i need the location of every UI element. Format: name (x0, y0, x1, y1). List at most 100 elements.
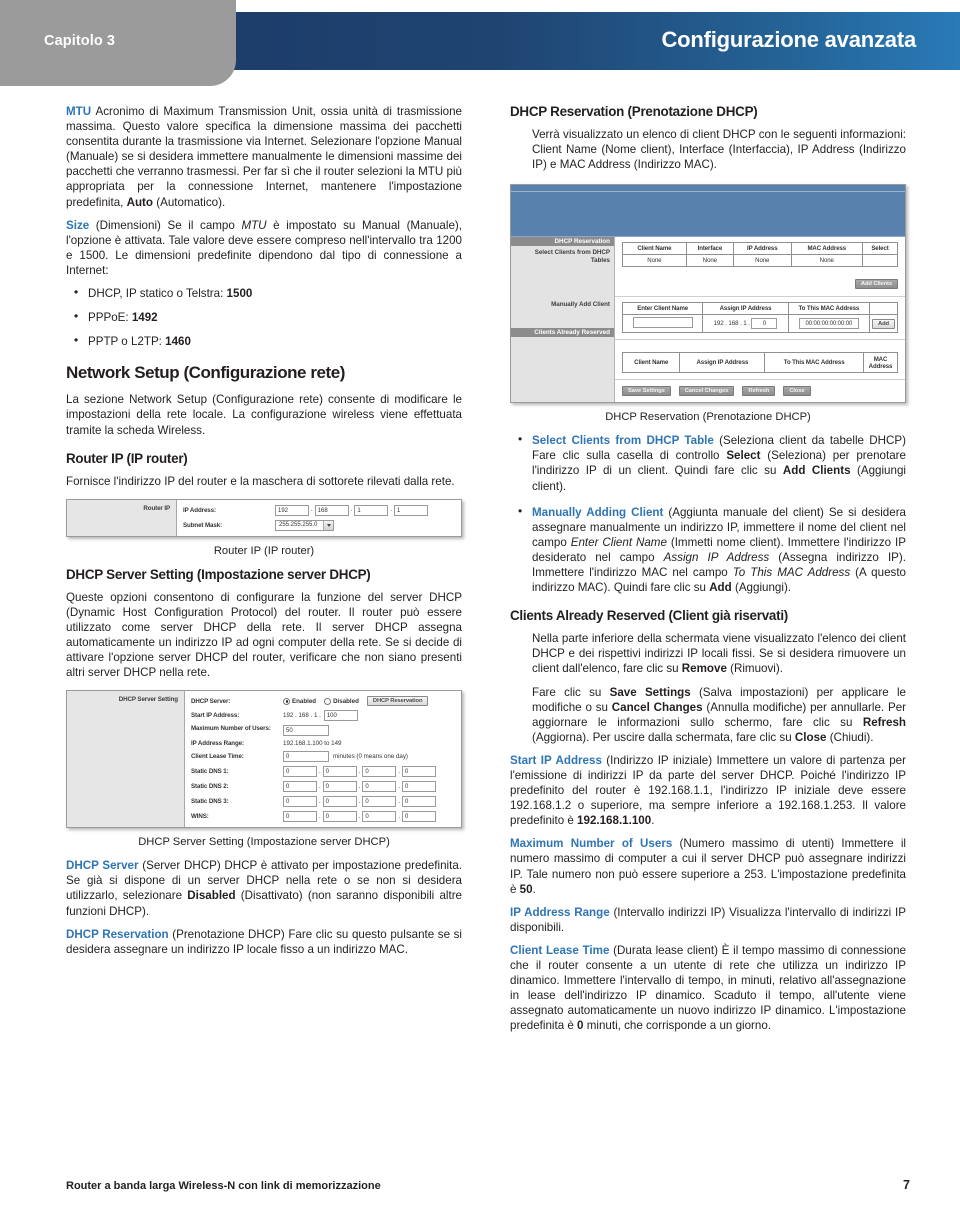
chapter-label: Capitolo 3 (44, 33, 116, 49)
col-enter-client-name: Enter Client Name (621, 302, 704, 316)
paragraph-start-ip-address: Start IP Address (Indirizzo IP iniziale)… (510, 753, 906, 828)
router-subnet-mask-row: Subnet Mask: 255.255.255.0 (183, 519, 455, 531)
add-clients-button[interactable]: Add Clients (854, 279, 898, 290)
header-title: Configurazione avanzata (661, 27, 916, 52)
select-clients-label: Select Clients from DHCP Tables (534, 249, 610, 265)
max-users-bold-default: 50 (519, 882, 533, 896)
table-row: 192 . 168 . 1 . 0 00:00:00:00:00:00 Add (621, 314, 898, 334)
chevron-down-icon (323, 520, 334, 530)
start-ip-value[interactable]: 100 (323, 710, 358, 722)
dns1-octet-3[interactable]: 0 (362, 766, 397, 778)
dns3-octet-1[interactable]: 0 (283, 796, 317, 808)
mtu-auto-bold: Auto (126, 195, 153, 209)
max-users-text-2: . (532, 882, 536, 896)
list-item: PPPoE: 1492 (66, 309, 462, 325)
dns2-octet-2[interactable]: 0 (322, 781, 357, 793)
ip-octet-3[interactable]: 1 (354, 504, 389, 516)
term-client-lease-time: Client Lease Time (510, 943, 610, 957)
paragraph-max-users: Maximum Number of Users (Numero massimo … (510, 836, 906, 896)
save-settings-button[interactable]: Save Settings (622, 386, 671, 397)
footer-page-number: 7 (903, 1178, 910, 1192)
cell-select-checkbox[interactable] (862, 254, 898, 268)
max-users-value[interactable]: 50 (283, 725, 329, 737)
wins-octet-2[interactable]: 0 (322, 811, 357, 823)
wins-octet-4[interactable]: 0 (402, 811, 437, 823)
caption-dhcp-reservation: DHCP Reservation (Prenotazione DHCP) (605, 411, 811, 424)
clients-reserved-pane: Client Name Assign IP Address To This MA… (615, 340, 905, 381)
dns1-octet-1[interactable]: 0 (283, 766, 317, 778)
term-mtu: MTU (66, 105, 92, 118)
radio-enabled-icon[interactable] (283, 697, 290, 705)
paragraph-dhcp-server-setting: Queste opzioni consentono di configurare… (66, 590, 462, 680)
static-dns3-row: Static DNS 3: 0. 0. 0. 0 (191, 796, 455, 808)
col-ip-address: IP Address (733, 242, 792, 256)
save-bold-refresh: Refresh (862, 715, 906, 729)
bullet-bold-add-clients: Add Clients (782, 464, 851, 478)
dhcp-reservation-button[interactable]: DHCP Reservation (366, 696, 429, 707)
manual-ip-value[interactable]: 0 (751, 318, 778, 330)
dns2-octet-3[interactable]: 0 (362, 781, 397, 793)
list-item: DHCP, IP statico o Telstra: 1500 (66, 285, 462, 301)
cancel-changes-button[interactable]: Cancel Changes (678, 386, 735, 397)
right-column: DHCP Reservation (Prenotazione DHCP) Ver… (510, 104, 906, 1033)
cell-client-name-input[interactable] (621, 314, 704, 334)
col-reserved-client-name: Client Name (621, 352, 681, 374)
col-reserved-mac: MAC Address (863, 352, 898, 374)
client-name-input[interactable] (632, 317, 693, 329)
bullet-italic-assign-ip: Assign IP Address (663, 550, 770, 564)
manual-mac-input[interactable]: 00:00:00:00:00:00 (798, 318, 859, 330)
dns1-octet-2[interactable]: 0 (322, 766, 357, 778)
start-ip-prefix: 192 . 168 . 1 . (283, 712, 321, 720)
col-select: Select (862, 242, 898, 256)
wins-row: WINS: 0. 0. 0. 0 (191, 811, 455, 823)
ip-octet-4[interactable]: 1 (394, 504, 429, 516)
lease-time-value[interactable]: 0 (283, 751, 329, 763)
dns2-octet-1[interactable]: 0 (283, 781, 317, 793)
term-size: Size (66, 218, 90, 232)
wins-octet-3[interactable]: 0 (362, 811, 397, 823)
wins-octet-1[interactable]: 0 (283, 811, 317, 823)
clients-already-reserved-label: Clients Already Reserved (511, 328, 614, 338)
bullet-value: 1492 (131, 311, 158, 325)
paragraph-client-lease-time: Client Lease Time (Durata lease client) … (510, 943, 906, 1034)
term-dhcp-server: DHCP Server (66, 859, 139, 873)
ip-dot: . (350, 507, 353, 514)
dns2-octet-4[interactable]: 0 (402, 781, 437, 793)
paragraph-dhcp-server: DHCP Server (Server DHCP) DHCP è attivat… (66, 858, 462, 918)
ip-octet-2[interactable]: 168 (314, 504, 349, 516)
mtu-body-end: (Automatico). (153, 195, 226, 209)
ip-range-value: 192.168.1.100 to 149 (283, 740, 342, 748)
radio-disabled-icon[interactable] (324, 697, 332, 705)
clients-reserved-text-2: (Rimuovi). (726, 662, 783, 676)
footer-product-name: Router a banda larga Wireless-N con link… (66, 1180, 381, 1192)
dns1-octet-4[interactable]: 0 (402, 766, 437, 778)
dhcp-reservation-bullet-list: Select Clients from DHCP Table (Selezion… (510, 432, 906, 595)
term-dhcp-reservation: DHCP Reservation (66, 927, 169, 941)
static-dns3-label: Static DNS 3: (191, 798, 229, 806)
bullet-bold-add: Add (709, 581, 732, 595)
paragraph-dhcp-reservation: DHCP Reservation (Prenotazione DHCP) Far… (66, 927, 462, 957)
cell-mac-input[interactable]: 00:00:00:00:00:00 (787, 314, 871, 334)
dns3-octet-3[interactable]: 0 (362, 796, 397, 808)
cell-add-button[interactable]: Add (869, 314, 898, 334)
subnet-mask-select[interactable]: 255.255.255.0 (275, 519, 335, 531)
dns3-octet-4[interactable]: 0 (402, 796, 437, 808)
dns3-octet-2[interactable]: 0 (322, 796, 357, 808)
bullet-italic-to-this-mac: To This MAC Address (732, 566, 851, 580)
add-button[interactable]: Add (872, 318, 895, 329)
ip-octet-1[interactable]: 192 (275, 504, 309, 516)
refresh-button[interactable]: Refresh (742, 386, 776, 397)
heading-network-setup: Network Setup (Configurazione rete) (66, 363, 345, 383)
static-dns2-row: Static DNS 2: 0. 0. 0. 0 (191, 781, 455, 793)
bullet-text-5: (Aggiungi). (731, 581, 792, 595)
page-footer: Router a banda larga Wireless-N con link… (66, 1178, 910, 1192)
start-ip-text-2: . (651, 814, 655, 828)
subnet-mask-value: 255.255.255.0 (279, 522, 318, 529)
save-text-1: Fare clic su (532, 685, 610, 699)
paragraph-mtu: MTU Acronimo di Maximum Transmission Uni… (66, 104, 462, 210)
reservation-label-column: DHCP Reservation Select Clients from DHC… (511, 237, 615, 403)
dhcp-server-row: DHCP Server: Enabled Disabled DHCP Reser… (191, 696, 455, 707)
close-button[interactable]: Close (783, 386, 811, 397)
save-bold-close: Close (794, 730, 827, 744)
figure-dhcp-section-label: DHCP Server Setting (67, 691, 185, 828)
